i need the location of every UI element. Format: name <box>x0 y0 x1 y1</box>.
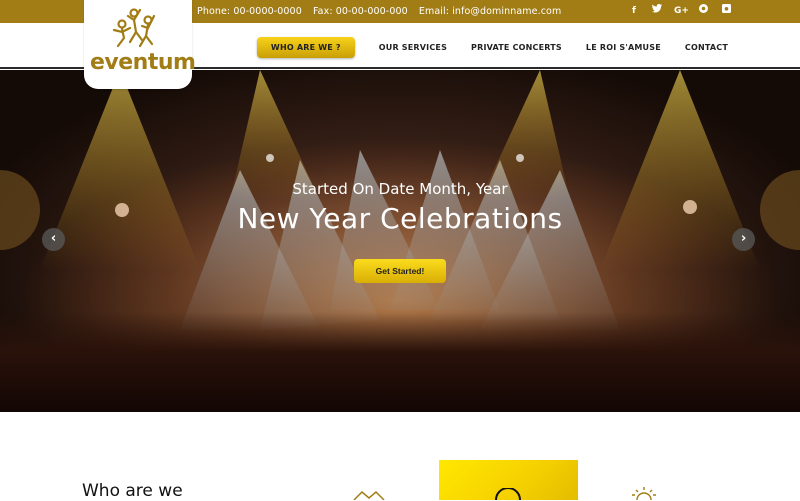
slider-prev-button[interactable]: ‹ <box>42 228 65 251</box>
facebook-icon[interactable]: f <box>628 4 640 18</box>
who-are-we-section: Who are we <box>0 412 800 501</box>
twitter-icon[interactable] <box>651 4 663 18</box>
instagram-icon[interactable] <box>720 4 732 18</box>
lightbulb-icon <box>495 488 521 500</box>
nav-private-concerts[interactable]: PRIVATE CONCERTS <box>471 43 562 52</box>
slider-next-button[interactable]: › <box>732 228 755 251</box>
idea-icon <box>632 487 656 500</box>
hero-slider: Started On Date Month, Year New Year Cel… <box>0 70 800 412</box>
nav-le-roi-samuse[interactable]: LE ROI S'AMUSE <box>586 43 661 52</box>
social-links: f G+ <box>628 4 732 18</box>
hero-title: New Year Celebrations <box>237 202 563 235</box>
main-nav: WHO ARE WE ? OUR SERVICES PRIVATE CONCER… <box>256 37 728 58</box>
feature-card-highlight[interactable] <box>439 460 578 500</box>
chevron-left-icon: ‹ <box>50 231 57 246</box>
email-link[interactable]: Email: info@dominname.com <box>419 6 561 17</box>
contact-info: Phone: 00-0000-0000 Fax: 00-00-000-000 E… <box>197 6 569 17</box>
chevron-right-icon: › <box>740 231 747 246</box>
pinterest-icon[interactable] <box>697 4 709 18</box>
hero-subtitle: Started On Date Month, Year <box>292 180 508 198</box>
nav-contact[interactable]: CONTACT <box>685 43 728 52</box>
nav-our-services[interactable]: OUR SERVICES <box>379 43 447 52</box>
google-plus-icon[interactable]: G+ <box>674 4 689 18</box>
crowd-silhouette <box>0 312 800 412</box>
dancers-icon <box>112 8 156 48</box>
phone-text: Phone: 00-0000-0000 <box>197 6 302 17</box>
section-heading: Who are we <box>82 481 183 501</box>
nav-who-are-we[interactable]: WHO ARE WE ? <box>256 37 355 58</box>
fax-text: Fax: 00-00-000-000 <box>312 6 408 17</box>
handshake-icon <box>353 490 385 500</box>
get-started-button[interactable]: Get Started! <box>354 259 446 283</box>
logo[interactable]: eventum <box>84 0 196 89</box>
logo-text: eventum <box>90 50 196 75</box>
